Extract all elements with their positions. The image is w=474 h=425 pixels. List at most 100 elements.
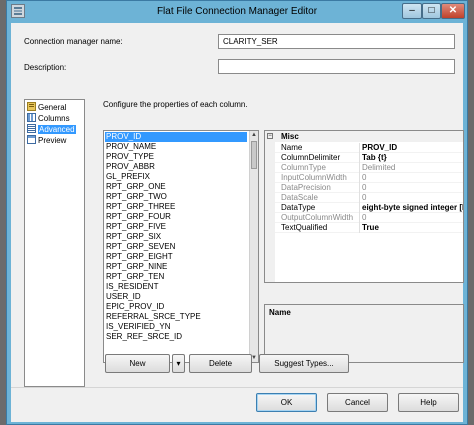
nav-item-advanced[interactable]: Advanced [27, 124, 76, 135]
connection-name-label: Connection manager name: [24, 37, 123, 46]
nav-item-label: Advanced [38, 125, 76, 134]
property-value[interactable]: 0 [362, 173, 463, 183]
property-name: OutputColumnWidth [281, 213, 354, 222]
column-list-item[interactable]: RPT_GRP_TWO [106, 192, 167, 202]
property-name: Name [281, 143, 303, 152]
column-list-item[interactable]: RPT_GRP_SIX [106, 232, 161, 242]
property-value[interactable]: True [362, 223, 463, 233]
preview-icon [27, 135, 36, 144]
cancel-button[interactable]: Cancel [327, 393, 388, 412]
property-row[interactable]: DataPrecision 0 [275, 183, 463, 193]
category-header[interactable]: − Misc [265, 131, 463, 142]
column-divider [359, 143, 360, 153]
nav-item-general[interactable]: General [27, 102, 66, 113]
dialog-body: Connection manager name: CLARITY_SER Des… [11, 23, 464, 422]
maximize-button[interactable]: □ [422, 3, 441, 19]
column-list-item[interactable]: EPIC_PROV_ID [106, 302, 164, 312]
column-list-item[interactable]: GL_PREFIX [106, 172, 150, 182]
column-list-item[interactable]: REFERRAL_SRCE_TYPE [106, 312, 201, 322]
column-list-item[interactable]: RPT_GRP_ONE [106, 182, 166, 192]
nav-item-label: Columns [38, 114, 70, 123]
property-value[interactable]: Tab {t} [362, 153, 463, 163]
property-row[interactable]: DataType eight-byte signed integer [D [275, 203, 463, 213]
column-list-item[interactable]: RPT_GRP_SEVEN [106, 242, 175, 252]
property-row[interactable]: TextQualified True [275, 223, 463, 233]
page-nav-list: General Columns Advanced Preview [24, 99, 85, 387]
property-name: InputColumnWidth [281, 173, 347, 182]
help-button[interactable]: Help [398, 393, 459, 412]
maximize-icon: □ [428, 5, 435, 16]
minimize-icon: – [409, 5, 415, 16]
description-title: Name [269, 308, 291, 317]
column-list-item[interactable]: IS_RESIDENT [106, 282, 158, 292]
column-list-item[interactable]: PROV_NAME [106, 142, 156, 152]
column-list-item[interactable]: SER_REF_SRCE_ID [106, 332, 182, 342]
column-list-item[interactable]: RPT_GRP_TEN [106, 272, 164, 282]
new-button[interactable]: New [105, 354, 170, 373]
column-list-item[interactable]: USER_ID [106, 292, 141, 302]
column-divider [359, 173, 360, 183]
description-input[interactable] [218, 59, 455, 74]
column-list-scrollbar[interactable]: ▲ ▼ [249, 131, 258, 362]
scroll-thumb[interactable] [251, 141, 257, 169]
ok-button[interactable]: OK [256, 393, 317, 412]
property-value[interactable]: PROV_ID [362, 143, 463, 153]
property-value[interactable]: eight-byte signed integer [D [362, 203, 463, 213]
close-icon: ✕ [448, 5, 458, 16]
column-divider [359, 183, 360, 193]
property-row[interactable]: InputColumnWidth 0 [275, 173, 463, 183]
column-list-item[interactable]: IS_VERIFIED_YN [106, 322, 170, 332]
column-divider [359, 193, 360, 203]
column-list-item[interactable]: PROV_ID [105, 132, 247, 142]
property-name: DataType [281, 203, 316, 212]
columns-icon [27, 113, 36, 122]
chevron-down-icon: ▾ [176, 359, 181, 368]
column-list-item[interactable]: RPT_GRP_EIGHT [106, 252, 173, 262]
property-name: ColumnType [281, 163, 326, 172]
close-button[interactable]: ✕ [441, 3, 465, 19]
column-divider [359, 223, 360, 233]
nav-item-preview[interactable]: Preview [27, 135, 66, 146]
dialog-footer: OK Cancel Help [11, 388, 463, 422]
connection-name-input[interactable]: CLARITY_SER [218, 34, 455, 49]
title-bar[interactable]: Flat File Connection Manager Editor – □ … [7, 1, 467, 23]
column-list-item[interactable]: RPT_GRP_FOUR [106, 212, 171, 222]
window-title: Flat File Connection Manager Editor [156, 6, 318, 17]
scroll-up-icon[interactable]: ▲ [250, 131, 258, 139]
suggest-types-button[interactable]: Suggest Types... [259, 354, 349, 373]
category-label: Misc [281, 132, 299, 141]
instruction-text: Configure the properties of each column. [103, 100, 248, 109]
property-row[interactable]: DataScale 0 [275, 193, 463, 203]
property-row[interactable]: OutputColumnWidth 0 [275, 213, 463, 223]
property-value[interactable]: 0 [362, 193, 463, 203]
new-dropdown-button[interactable]: ▾ [172, 354, 185, 373]
column-list-item[interactable]: PROV_ABBR [106, 162, 155, 172]
property-row[interactable]: ColumnDelimiter Tab {t} [275, 153, 463, 163]
column-list-item[interactable]: RPT_GRP_NINE [106, 262, 167, 272]
column-list-item[interactable]: RPT_GRP_THREE [106, 202, 175, 212]
nav-item-label: General [38, 103, 67, 112]
property-row[interactable]: Name PROV_ID [275, 143, 463, 153]
description-label: Description: [24, 63, 67, 72]
property-name: ColumnDelimiter [281, 153, 341, 162]
property-grid[interactable]: − Misc Name PROV_ID ColumnDelimiter Tab {t}… [264, 130, 464, 283]
property-name: DataPrecision [281, 183, 331, 192]
delete-button[interactable]: Delete [189, 354, 252, 373]
column-list-item[interactable]: RPT_GRP_FIVE [106, 222, 166, 232]
column-divider [359, 203, 360, 213]
minimize-button[interactable]: – [402, 3, 422, 19]
nav-item-label: Preview [38, 136, 67, 145]
general-icon [27, 102, 36, 111]
property-name: TextQualified [281, 223, 328, 232]
column-list-item[interactable]: PROV_TYPE [106, 152, 154, 162]
nav-item-columns[interactable]: Columns [27, 113, 70, 124]
property-row[interactable]: ColumnType Delimited [275, 163, 463, 173]
column-divider [359, 153, 360, 163]
property-value[interactable]: 0 [362, 183, 463, 193]
column-list[interactable]: PROV_ID PROV_NAME PROV_TYPE PROV_ABBR GL_PRE… [103, 130, 259, 363]
property-value[interactable]: Delimited [362, 163, 463, 173]
property-value[interactable]: 0 [362, 213, 463, 223]
collapse-icon[interactable]: − [267, 133, 273, 139]
dialog-window: Flat File Connection Manager Editor – □ … [6, 0, 468, 425]
grid-gutter [265, 131, 275, 282]
